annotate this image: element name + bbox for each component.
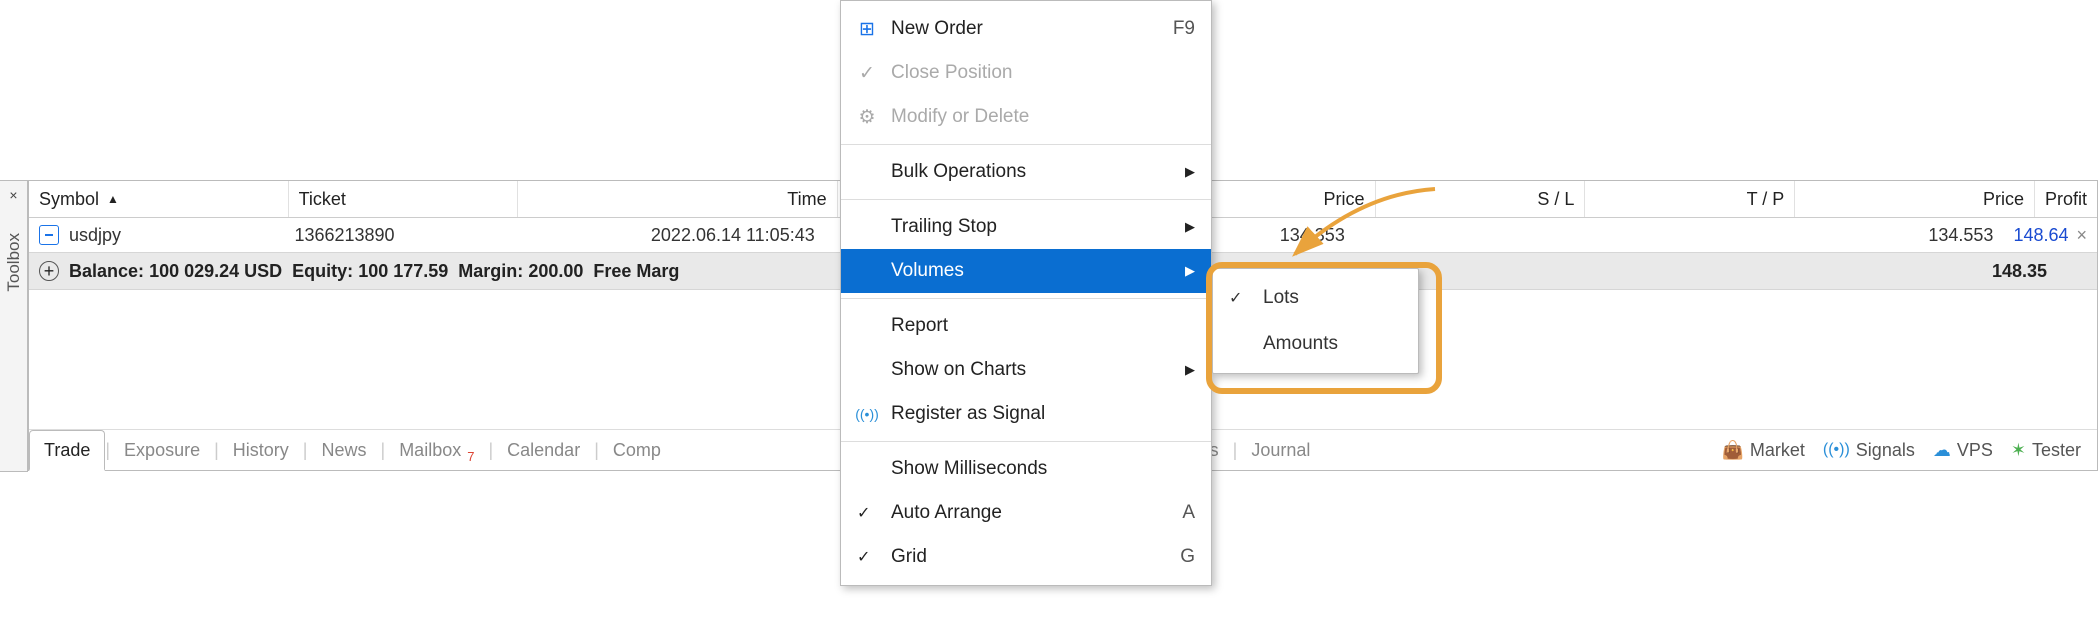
col-profit-label: Profit — [2045, 189, 2087, 210]
submenu-amounts[interactable]: Amounts — [1213, 321, 1418, 367]
tab-exposure[interactable]: Exposure — [110, 440, 214, 461]
cell-ticket: 1366213890 — [284, 218, 510, 252]
check-icon: ✓ — [857, 547, 870, 567]
toolbox-close-icon[interactable]: × — [9, 187, 17, 203]
toolbox-sidebar: × Toolbox — [0, 180, 28, 472]
ctx-auto-arrange[interactable]: ✓ Auto Arrange A — [841, 491, 1211, 535]
ctx-trailing-stop[interactable]: Trailing Stop ▶ — [841, 205, 1211, 249]
tool-signals[interactable]: ((•))Signals — [1823, 440, 1915, 461]
shortcut-label: F9 — [1173, 18, 1195, 40]
tab-journal[interactable]: Journal — [1237, 440, 1324, 461]
ctx-close-position: ✓ Close Position — [841, 51, 1211, 95]
chevron-right-icon: ▶ — [1185, 219, 1195, 235]
ctx-new-order[interactable]: ⊞ New Order F9 — [841, 7, 1211, 51]
col-price2[interactable]: Price — [1795, 181, 2035, 217]
ctx-show-ms[interactable]: Show Milliseconds — [841, 447, 1211, 491]
shortcut-label: A — [1182, 502, 1195, 524]
gear-icon: ✶ — [2011, 440, 2026, 461]
col-profit[interactable]: Profit — [2035, 181, 2097, 217]
freemargin-label: Free Marg — [593, 261, 679, 282]
col-tp[interactable]: T / P — [1585, 181, 1795, 217]
ctx-show-on-charts[interactable]: Show on Charts ▶ — [841, 348, 1211, 392]
check-icon: ✓ — [1229, 288, 1242, 308]
tool-vps[interactable]: ☁VPS — [1933, 440, 1993, 461]
sort-asc-icon: ▲ — [107, 192, 119, 206]
tab-calendar[interactable]: Calendar — [493, 440, 594, 461]
cell-sl — [1355, 218, 1561, 252]
balance-value: 100 029.24 USD — [149, 261, 282, 282]
check-icon: ✓ — [857, 503, 870, 523]
cell-symbol: usdjpy — [29, 218, 284, 252]
tool-tester[interactable]: ✶Tester — [2011, 440, 2081, 461]
ctx-volumes[interactable]: Volumes ▶ — [841, 249, 1211, 293]
chevron-right-icon: ▶ — [1185, 164, 1195, 180]
context-menu: ⊞ New Order F9 ✓ Close Position ⚙ Modify… — [840, 0, 1212, 586]
cell-price2: 134.553 — [1768, 218, 2004, 252]
ctx-bulk-operations[interactable]: Bulk Operations ▶ — [841, 150, 1211, 194]
toolbox-label: Toolbox — [4, 233, 24, 292]
tool-market[interactable]: 👜Market — [1721, 440, 1804, 461]
expand-summary-icon[interactable]: + — [39, 261, 59, 281]
profit-value: 148.64 — [2013, 225, 2068, 246]
check-icon: ✓ — [855, 62, 879, 85]
cloud-icon: ☁ — [1933, 440, 1951, 461]
equity-value: 100 177.59 — [358, 261, 448, 282]
tab-trade[interactable]: Trade — [29, 430, 105, 471]
col-sl[interactable]: S / L — [1376, 181, 1586, 217]
signal-icon: ((•)) — [1823, 441, 1850, 459]
tab-history[interactable]: History — [219, 440, 303, 461]
close-position-icon[interactable]: × — [2077, 225, 2088, 246]
col-symbol-label: Symbol — [39, 189, 99, 210]
shortcut-label: G — [1180, 546, 1195, 568]
ctx-grid[interactable]: ✓ Grid G — [841, 535, 1211, 579]
tab-company[interactable]: Comp — [599, 440, 675, 461]
cell-time: 2022.06.14 11:05:43 — [510, 218, 824, 252]
right-tools: 👜Market ((•))Signals ☁VPS ✶Tester — [1721, 440, 2097, 461]
col-tp-label: T / P — [1747, 189, 1785, 210]
col-price-label: Price — [1324, 189, 1365, 210]
col-sl-label: S / L — [1537, 189, 1574, 210]
bag-icon: 👜 — [1721, 440, 1743, 461]
tab-news[interactable]: News — [307, 440, 380, 461]
chevron-right-icon: ▶ — [1185, 362, 1195, 378]
plus-square-icon: ⊞ — [855, 18, 879, 41]
ctx-register-signal[interactable]: ((•)) Register as Signal — [841, 392, 1211, 436]
col-symbol[interactable]: Symbol ▲ — [29, 181, 289, 217]
equity-label: Equity: — [292, 261, 353, 282]
signal-icon: ((•)) — [855, 406, 879, 422]
col-time[interactable]: Time — [518, 181, 837, 217]
tab-mailbox[interactable]: Mailbox7 — [385, 440, 488, 461]
cell-profit: 148.64 × — [2003, 218, 2097, 252]
submenu-lots[interactable]: ✓ Lots — [1213, 275, 1418, 321]
col-ticket-label: Ticket — [299, 189, 346, 210]
symbol-icon — [39, 225, 59, 245]
margin-label: Margin: — [458, 261, 523, 282]
cell-tp — [1561, 218, 1767, 252]
mailbox-badge: 7 — [467, 449, 474, 464]
gear-icon: ⚙ — [855, 106, 879, 129]
summary-profit-value: 148.35 — [1992, 261, 2087, 282]
margin-value: 200.00 — [528, 261, 583, 282]
col-price2-label: Price — [1983, 189, 2024, 210]
cell-symbol-text: usdjpy — [69, 225, 121, 246]
col-time-label: Time — [787, 189, 826, 210]
balance-label: Balance: — [69, 261, 144, 282]
chevron-right-icon: ▶ — [1185, 263, 1195, 279]
col-ticket[interactable]: Ticket — [289, 181, 519, 217]
volumes-submenu: ✓ Lots Amounts — [1212, 268, 1419, 374]
ctx-report[interactable]: Report — [841, 304, 1211, 348]
ctx-modify-delete: ⚙ Modify or Delete — [841, 95, 1211, 139]
